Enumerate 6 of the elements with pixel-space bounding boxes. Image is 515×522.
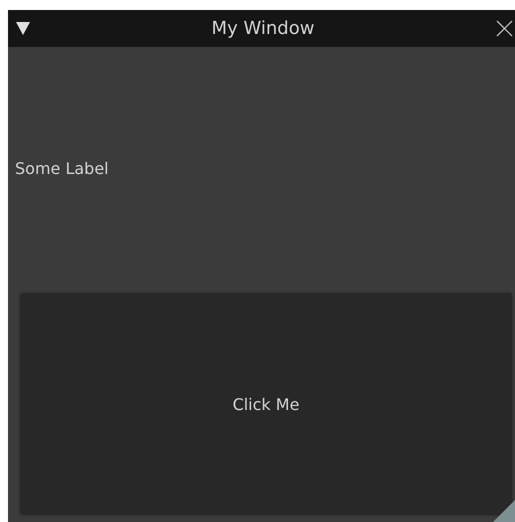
collapse-triangle-icon[interactable]	[16, 22, 30, 35]
resize-grip-icon[interactable]	[493, 500, 515, 522]
click-me-button[interactable]: Click Me	[20, 293, 512, 515]
window-title: My Window	[210, 18, 316, 39]
close-icon[interactable]	[496, 20, 513, 37]
label-text: Some Label	[15, 159, 109, 178]
